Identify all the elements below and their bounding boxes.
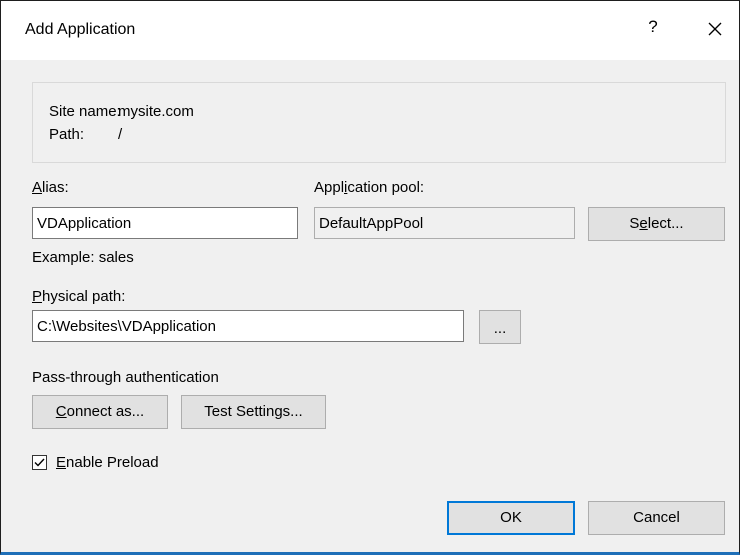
path-value: / bbox=[118, 126, 123, 143]
close-icon bbox=[708, 22, 722, 36]
ok-button[interactable]: OK bbox=[447, 501, 575, 535]
alias-example: Example: sales bbox=[32, 249, 134, 266]
select-app-pool-button[interactable]: Select... bbox=[588, 207, 725, 241]
physical-path-label: Physical path: bbox=[32, 288, 126, 305]
browse-path-button[interactable]: ... bbox=[479, 310, 521, 344]
dialog-title: Add Application bbox=[25, 21, 136, 38]
enable-preload-label[interactable]: Enable Preload bbox=[56, 454, 159, 471]
site-name-label: Site name: bbox=[49, 103, 121, 120]
help-button[interactable]: ? bbox=[641, 17, 665, 37]
add-application-dialog: Add Application ? Site name: mysite.com … bbox=[0, 0, 740, 555]
application-pool-label: Application pool: bbox=[314, 179, 425, 196]
title-bar: Add Application ? bbox=[1, 1, 739, 60]
path-label: Path: bbox=[49, 126, 85, 143]
close-button[interactable] bbox=[700, 14, 730, 44]
site-name-value: mysite.com bbox=[118, 103, 194, 120]
test-settings-button[interactable]: Test Settings... bbox=[181, 395, 326, 429]
enable-preload-checkbox[interactable] bbox=[32, 455, 47, 470]
application-pool-field: DefaultAppPool bbox=[314, 207, 575, 239]
pass-through-auth-heading: Pass-through authentication bbox=[32, 369, 219, 386]
alias-input[interactable]: VDApplication bbox=[32, 207, 298, 239]
physical-path-input[interactable]: C:\Websites\VDApplication bbox=[32, 310, 464, 342]
connect-as-button[interactable]: Connect as... bbox=[32, 395, 168, 429]
cancel-button[interactable]: Cancel bbox=[588, 501, 725, 535]
checkmark-icon bbox=[34, 458, 45, 467]
site-info-panel: Site name: mysite.com Path: / bbox=[32, 82, 726, 163]
alias-label: Alias: bbox=[32, 179, 69, 196]
